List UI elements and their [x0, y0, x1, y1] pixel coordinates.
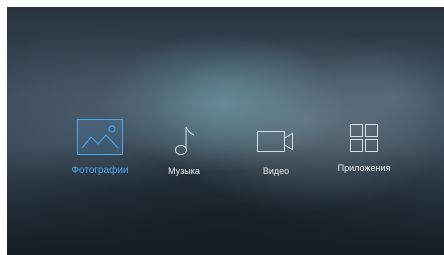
menu-item-music[interactable]: Музыка — [159, 124, 209, 176]
menu-item-apps[interactable]: Приложения — [331, 120, 397, 173]
menu-item-label: Приложения — [337, 163, 391, 173]
menu-item-video[interactable]: Видео — [250, 124, 302, 176]
home-screen: Фотографии Музыка Видео Приложения — [7, 7, 444, 255]
menu-item-label: Видео — [262, 166, 290, 176]
video-camera-icon — [255, 124, 297, 158]
menu-item-photos[interactable]: Фотографии — [64, 119, 136, 176]
apps-grid-icon — [347, 120, 381, 158]
menu-item-label: Музыка — [168, 166, 200, 176]
photo-icon — [77, 119, 123, 155]
menu-item-label: Фотографии — [71, 165, 129, 176]
music-note-icon — [169, 124, 199, 158]
